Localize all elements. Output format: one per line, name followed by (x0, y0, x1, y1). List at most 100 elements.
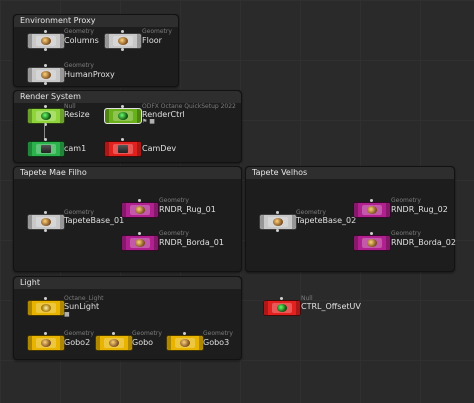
node-name-label[interactable]: RNDR_Rug_01 (159, 205, 216, 214)
node-body[interactable] (27, 33, 65, 49)
node-body[interactable] (104, 108, 142, 124)
output-port[interactable] (44, 229, 47, 232)
node-name-label[interactable]: CamDev (142, 144, 176, 153)
node-name-label[interactable]: Gobo (132, 338, 153, 347)
output-port[interactable] (276, 229, 279, 232)
node-gobo[interactable] (95, 332, 135, 351)
output-port[interactable] (121, 48, 124, 51)
geometry-sphere-icon (41, 37, 51, 45)
geometry-sphere-icon (109, 339, 119, 347)
light-bulb-icon (41, 304, 51, 312)
node-type-label: Geometry (64, 209, 94, 216)
node-body[interactable] (27, 335, 65, 351)
node-gobo3[interactable] (166, 332, 206, 351)
node-type-label: Geometry (64, 330, 94, 337)
geometry-sphere-icon (41, 71, 51, 79)
node-name-label[interactable]: RNDR_Borda_02 (391, 238, 456, 247)
node-body[interactable] (353, 235, 391, 251)
node-type-label: Octane_Light (64, 295, 104, 302)
geometry-sphere-icon (118, 37, 128, 45)
node-name-label[interactable]: SunLight (64, 302, 99, 311)
node-type-label: Geometry (64, 62, 94, 69)
node-name-label[interactable]: HumanProxy (64, 70, 115, 79)
node-humanproxy[interactable] (27, 64, 67, 85)
network-box-title: Render System (20, 92, 81, 101)
camera-icon (41, 145, 51, 153)
lock-icon[interactable]: ⚑ ■ (142, 118, 155, 125)
node-body[interactable] (27, 67, 65, 83)
network-box-header[interactable]: Tapete Mae Filho (14, 167, 241, 179)
node-cam1[interactable] (27, 138, 67, 157)
node-camdev[interactable] (104, 138, 144, 157)
octane-quicksetup-icon (118, 112, 128, 120)
node-name-label[interactable]: Gobo3 (203, 338, 229, 347)
network-box-header[interactable]: Light (14, 277, 241, 289)
output-port[interactable] (44, 48, 47, 51)
node-type-label: Geometry (159, 230, 189, 237)
node-rndr-borda-01[interactable] (121, 232, 161, 251)
network-box-title: Tapete Velhos (252, 168, 308, 177)
geometry-sphere-icon (180, 339, 190, 347)
node-name-label[interactable]: TapeteBase_01 (64, 216, 124, 225)
node-tapetebase-02[interactable] (259, 211, 299, 232)
network-box-header[interactable]: Tapete Velhos (246, 167, 454, 179)
node-rndr-borda-02[interactable] (353, 232, 393, 251)
node-name-label[interactable]: Floor (142, 36, 162, 45)
node-name-label[interactable]: Columns (64, 36, 99, 45)
node-rndr-rug-01[interactable] (121, 199, 161, 218)
node-sunlight[interactable] (27, 297, 67, 316)
node-name-label[interactable]: RNDR_Borda_01 (159, 238, 224, 247)
node-resize[interactable] (27, 105, 67, 126)
output-port[interactable] (44, 82, 47, 85)
node-body[interactable] (104, 141, 142, 157)
node-body[interactable] (27, 141, 65, 157)
geometry-sphere-icon (41, 218, 51, 226)
geometry-sphere-icon (135, 239, 145, 247)
node-body[interactable] (259, 214, 297, 230)
network-box-title: Light (20, 278, 40, 287)
network-box-title: Tapete Mae Filho (20, 168, 87, 177)
node-type-label: Geometry (64, 28, 94, 35)
node-ctrl-offsetuv[interactable] (263, 297, 303, 316)
node-body[interactable] (121, 235, 159, 251)
node-body[interactable] (263, 300, 301, 316)
node-body[interactable] (121, 202, 159, 218)
geometry-sphere-icon (273, 218, 283, 226)
node-name-label[interactable]: cam1 (64, 144, 86, 153)
network-box-header[interactable]: Render System (14, 91, 241, 103)
geometry-sphere-icon (367, 239, 377, 247)
node-type-label: Geometry (132, 330, 162, 337)
node-columns[interactable] (27, 30, 67, 51)
geometry-sphere-icon (367, 206, 377, 214)
node-name-label[interactable]: TapeteBase_02 (296, 216, 356, 225)
node-body[interactable] (27, 108, 65, 124)
node-body[interactable] (353, 202, 391, 218)
node-renderctrl[interactable] (104, 105, 144, 124)
node-body[interactable] (27, 300, 65, 316)
node-body[interactable] (166, 335, 204, 351)
camera-icon (118, 145, 128, 153)
network-box-header[interactable]: Environment Proxy (14, 15, 178, 27)
null-dot-icon (277, 304, 287, 312)
node-body[interactable] (95, 335, 133, 351)
node-name-label[interactable]: Gobo2 (64, 338, 90, 347)
node-type-label: Geometry (391, 230, 421, 237)
node-type-label: Null (301, 295, 313, 302)
geometry-sphere-icon (41, 339, 51, 347)
node-gobo2[interactable] (27, 332, 67, 351)
node-type-label: Null (64, 103, 76, 110)
node-name-label[interactable]: Resize (64, 110, 90, 119)
null-dot-icon (41, 112, 51, 120)
node-type-label: Geometry (142, 28, 172, 35)
node-name-label[interactable]: CTRL_OffsetUV (301, 302, 361, 311)
node-type-label: Geometry (203, 330, 233, 337)
node-tapetebase-01[interactable] (27, 211, 67, 232)
node-body[interactable] (104, 33, 142, 49)
node-type-label: Geometry (391, 197, 421, 204)
node-body[interactable] (27, 214, 65, 230)
node-floor[interactable] (104, 30, 144, 51)
lock-icon[interactable]: ■ (64, 311, 70, 318)
node-type-label: ODFX Octane QuickSetup 2022 (142, 103, 236, 110)
node-name-label[interactable]: RNDR_Rug_02 (391, 205, 448, 214)
node-rndr-rug-02[interactable] (353, 199, 393, 218)
